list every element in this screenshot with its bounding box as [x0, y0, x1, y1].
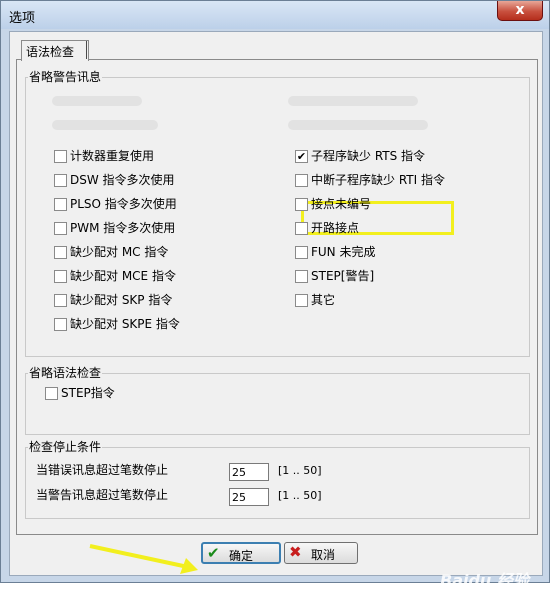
checkbox-box[interactable]	[54, 222, 67, 235]
checkbox-label: 开路接点	[311, 221, 360, 235]
blurred-item	[52, 120, 158, 130]
checkbox-box[interactable]	[45, 387, 58, 400]
checkbox-box[interactable]	[295, 174, 308, 187]
error-limit-range: [1 .. 50]	[278, 464, 322, 477]
stop-group-title: 检查停止条件	[28, 439, 103, 455]
checkbox-label: 接点未编号	[311, 197, 372, 211]
dialog-client-area: 语法检查 省略警告讯息 计数器重复使用 DSW 指令多次使用 PLSO 指令多次使用…	[9, 31, 543, 590]
error-limit-label: 当错误讯息超过笔数停止	[36, 463, 169, 477]
checkbox-box[interactable]	[54, 294, 67, 307]
syntax-group-title: 省略语法检查	[28, 365, 103, 381]
checkbox-box[interactable]	[295, 294, 308, 307]
checkbox-box[interactable]	[54, 198, 67, 211]
checkbox-label: 计数器重复使用	[70, 149, 155, 163]
checkbox-label: 中断子程序缺少 RTI 指令	[311, 173, 445, 187]
checkbox-box[interactable]	[54, 174, 67, 187]
warning-limit-range: [1 .. 50]	[278, 489, 322, 502]
checkbox-label: STEP[警告]	[311, 269, 375, 283]
watermark: Baidu 经验	[440, 571, 529, 590]
close-icon: x	[515, 2, 525, 18]
checkbox-label: FUN 未完成	[311, 245, 376, 259]
checkbox-box[interactable]: ✔	[295, 150, 308, 163]
options-dialog: 选项 x 语法检查 省略警告讯息 计数器重复使用 DSW 指令多次使用 PLSO 指…	[0, 0, 550, 590]
cross-icon: ✖	[289, 543, 302, 561]
checkbox-label: 缺少配对 SKP 指令	[70, 293, 173, 307]
tab-separator	[86, 41, 87, 59]
stop-condition-group: 检查停止条件 当错误讯息超过笔数停止 25 [1 .. 50] 当警告讯息超过笔…	[25, 439, 530, 519]
checkbox-label: DSW 指令多次使用	[70, 173, 175, 187]
warning-group: 省略警告讯息 计数器重复使用 DSW 指令多次使用 PLSO 指令多次使用 PWM 指…	[25, 69, 530, 357]
error-limit-input[interactable]: 25	[229, 463, 269, 481]
blurred-item	[52, 96, 142, 106]
syntax-group: 省略语法检查 STEP指令	[25, 365, 530, 435]
tab-label: 语法检查	[26, 45, 75, 59]
checkbox-box[interactable]	[54, 150, 67, 163]
warning-limit-input[interactable]: 25	[229, 488, 269, 506]
tab-panel: 省略警告讯息 计数器重复使用 DSW 指令多次使用 PLSO 指令多次使用 PWM 指…	[16, 59, 538, 535]
cancel-button[interactable]: ✖ 取消	[284, 542, 358, 564]
blurred-item	[288, 96, 418, 106]
checkbox-box[interactable]	[295, 246, 308, 259]
checkbox-label: PLSO 指令多次使用	[70, 197, 177, 211]
checkbox-box[interactable]	[54, 318, 67, 331]
checkbox-label: 缺少配对 MCE 指令	[70, 269, 176, 283]
checkbox-label: 缺少配对 MC 指令	[70, 245, 169, 259]
window-title: 选项	[9, 11, 36, 26]
cancel-label: 取消	[311, 548, 336, 562]
close-button[interactable]: x	[497, 1, 543, 21]
checkbox-label: 其它	[311, 293, 336, 307]
tab-syntax-check[interactable]: 语法检查	[21, 40, 89, 61]
ok-button[interactable]: ✔ 确定	[201, 542, 281, 564]
warning-group-title: 省略警告讯息	[28, 69, 103, 85]
checkbox-label: PWM 指令多次使用	[70, 221, 176, 235]
checkmark-icon: ✔	[207, 544, 220, 562]
warning-limit-label: 当警告讯息超过笔数停止	[36, 488, 169, 502]
arrow-annotation	[89, 544, 198, 574]
title-bar[interactable]: 选项 x	[1, 1, 549, 29]
checkbox-box[interactable]	[295, 198, 308, 211]
blurred-item	[288, 120, 428, 130]
checkbox-box[interactable]	[295, 270, 308, 283]
checkbox-label: STEP指令	[61, 386, 115, 400]
checkbox-box[interactable]	[54, 246, 67, 259]
checkbox-box[interactable]	[295, 222, 308, 235]
checkbox-label: 子程序缺少 RTS 指令	[311, 149, 426, 163]
ok-label: 确定	[229, 549, 254, 563]
checkbox-label: 缺少配对 SKPE 指令	[70, 317, 180, 331]
checkbox-box[interactable]	[54, 270, 67, 283]
